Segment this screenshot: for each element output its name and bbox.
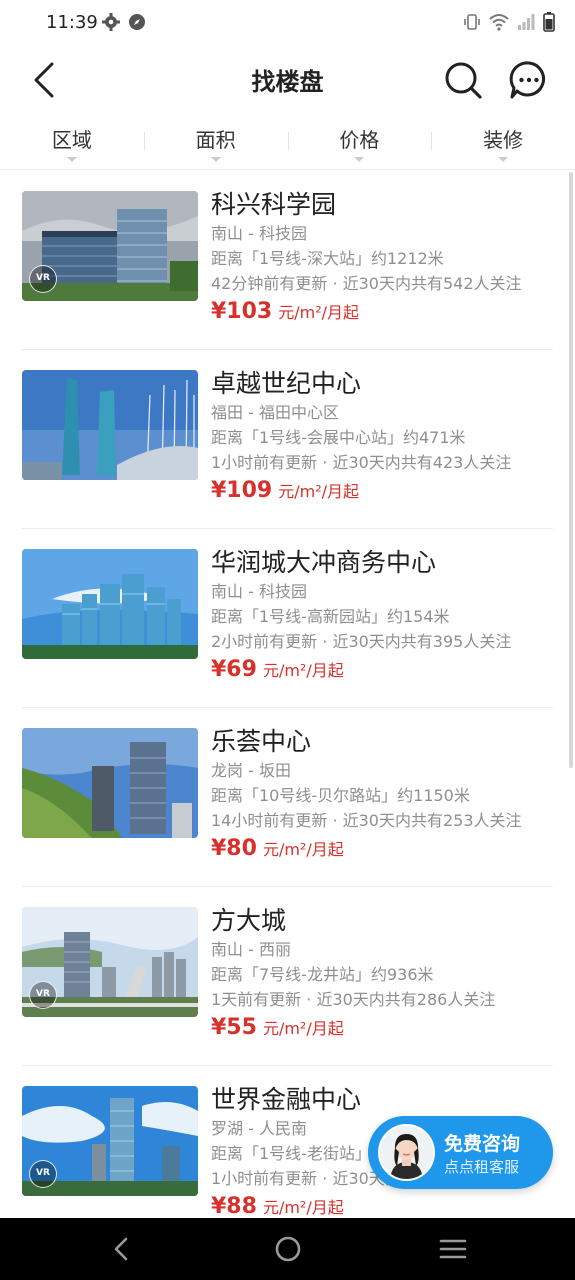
status-bar: 11:39 <box>0 0 575 48</box>
building-photo <box>22 549 198 659</box>
building-photo <box>22 370 198 480</box>
filter-label: 价格 <box>339 128 380 152</box>
filter-size[interactable]: 面积 <box>143 112 288 169</box>
price: ¥55 元/m²/月起 <box>211 1015 553 1040</box>
building-photo: VR <box>22 1086 198 1196</box>
vibrate-icon <box>464 14 480 30</box>
price-value: ¥88 <box>211 1194 257 1218</box>
home-circle-icon <box>275 1236 301 1262</box>
price-unit: 元/m²/月起 <box>262 840 344 859</box>
subway-distance: 距离「1号线-深大站」约1212米 <box>211 249 444 268</box>
building-name: 华润城大冲商务中心 <box>211 548 437 577</box>
list-item[interactable]: 乐荟中心 龙岗 - 坂田 距离「10号线-贝尔路站」约1150米 14小时前有更… <box>22 708 553 887</box>
price-value: ¥103 <box>211 299 273 324</box>
caret-down-icon <box>66 157 77 162</box>
battery-icon <box>543 12 555 32</box>
update-info: 42分钟前有更新 · 近30天内共有542人关注 <box>211 274 522 293</box>
building-area: 南山 - 科技园 <box>211 582 307 601</box>
building-name: 科兴科学园 <box>211 190 337 219</box>
building-area: 福田 - 福田中心区 <box>211 403 339 422</box>
signal-icon <box>518 14 535 30</box>
subway-distance: 距离「10号线-贝尔路站」约1150米 <box>211 786 470 805</box>
caret-down-icon <box>498 157 509 162</box>
free-consult-button[interactable]: 免费咨询 点点租客服 <box>368 1116 553 1189</box>
settings-icon <box>102 13 120 31</box>
price-value: ¥55 <box>211 1015 257 1040</box>
filter-label: 区域 <box>51 128 92 152</box>
consult-title: 免费咨询 <box>444 1133 521 1155</box>
message-button[interactable] <box>509 60 549 100</box>
building-area: 南山 - 科技园 <box>211 224 307 243</box>
price-value: ¥69 <box>211 657 257 682</box>
filter-district[interactable]: 区域 <box>0 112 144 169</box>
system-recents-button[interactable] <box>438 1234 468 1264</box>
vr-badge-icon: VR <box>29 981 57 1009</box>
price-value: ¥109 <box>211 478 273 503</box>
search-icon <box>445 62 482 99</box>
caret-down-icon <box>354 157 365 162</box>
back-triangle-icon <box>114 1237 128 1261</box>
update-info: 2小时前有更新 · 近30天内共有395人关注 <box>211 632 512 651</box>
building-photo: VR <box>22 907 198 1017</box>
update-info: 14小时前有更新 · 近30天内共有253人关注 <box>211 811 522 830</box>
filter-label: 装修 <box>483 128 524 152</box>
price: ¥88 元/m²/月起 <box>211 1194 553 1218</box>
price: ¥103 元/m²/月起 <box>211 299 553 324</box>
price: ¥69 元/m²/月起 <box>211 657 553 682</box>
building-area: 南山 - 西丽 <box>211 940 291 959</box>
update-info: 1天前有更新 · 近30天内共有286人关注 <box>211 990 496 1009</box>
scrollbar[interactable] <box>569 172 573 768</box>
subway-distance: 距离「1号线-会展中心站」约471米 <box>211 428 466 447</box>
subway-distance: 距离「1号线-高新园站」约154米 <box>211 607 450 626</box>
menu-lines-icon <box>439 1239 467 1259</box>
price-value: ¥80 <box>211 836 257 861</box>
filter-price[interactable]: 价格 <box>287 112 432 169</box>
building-name: 卓越世纪中心 <box>211 369 362 398</box>
update-info: 1小时前有更新 · 近30天内共有423人关注 <box>211 453 512 472</box>
wifi-icon <box>489 14 509 31</box>
consult-subtitle: 点点租客服 <box>444 1158 520 1176</box>
filter-bar: 区域 面积 价格 装修 <box>0 112 575 170</box>
list-item[interactable]: 华润城大冲商务中心 南山 - 科技园 距离「1号线-高新园站」约154米 2小时… <box>22 529 553 708</box>
building-photo <box>22 728 198 838</box>
price: ¥109 元/m²/月起 <box>211 478 553 503</box>
system-back-button[interactable] <box>107 1234 137 1264</box>
list-item[interactable]: VR 方大城 南山 - 西丽 距离「7号线-龙井站」约936米 1天前有更新 ·… <box>22 887 553 1066</box>
price-unit: 元/m²/月起 <box>262 1198 344 1217</box>
price-unit: 元/m²/月起 <box>278 303 360 322</box>
system-nav-bar <box>0 1218 575 1280</box>
top-nav-bar: 找楼盘 <box>0 48 575 112</box>
subway-distance: 距离「7号线-龙井站」约936米 <box>211 965 434 984</box>
filter-decoration[interactable]: 装修 <box>431 112 575 169</box>
price-unit: 元/m²/月起 <box>278 482 360 501</box>
agent-avatar-icon <box>380 1126 433 1179</box>
building-name: 方大城 <box>211 906 287 935</box>
price: ¥80 元/m²/月起 <box>211 836 553 861</box>
price-unit: 元/m²/月起 <box>262 1019 344 1038</box>
list-item[interactable]: VR 科兴科学园 南山 - 科技园 距离「1号线-深大站」约1212米 42分钟… <box>22 171 553 350</box>
building-name: 乐荟中心 <box>211 727 312 756</box>
avatar <box>378 1124 435 1181</box>
compass-icon <box>129 14 145 30</box>
caret-down-icon <box>210 157 221 162</box>
list-item[interactable]: 卓越世纪中心 福田 - 福田中心区 距离「1号线-会展中心站」约471米 1小时… <box>22 350 553 529</box>
building-area: 龙岗 - 坂田 <box>211 761 291 780</box>
chat-bubble-icon <box>509 61 545 99</box>
page-title: 找楼盘 <box>251 68 324 96</box>
building-photo: VR <box>22 191 198 301</box>
building-list: VR 科兴科学园 南山 - 科技园 距离「1号线-深大站」约1212米 42分钟… <box>0 171 575 1218</box>
building-name: 世界金融中心 <box>211 1085 362 1114</box>
vr-badge-icon: VR <box>29 265 57 293</box>
filter-label: 面积 <box>195 128 236 152</box>
system-home-button[interactable] <box>273 1234 303 1264</box>
status-time: 11:39 <box>46 12 98 33</box>
price-unit: 元/m²/月起 <box>262 661 344 680</box>
search-button[interactable] <box>443 60 483 100</box>
vr-badge-icon: VR <box>29 1160 57 1188</box>
